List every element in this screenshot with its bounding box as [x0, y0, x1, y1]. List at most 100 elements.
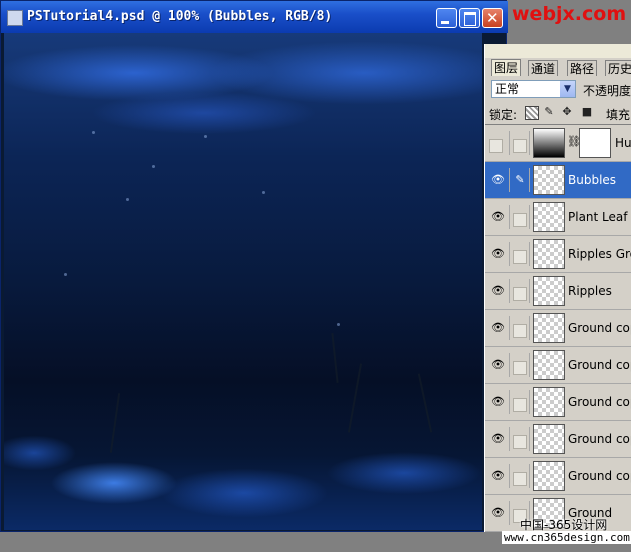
eye-icon[interactable]: 👁: [487, 464, 510, 488]
link-box: [513, 250, 527, 264]
link-toggle[interactable]: [511, 205, 530, 229]
image-canvas[interactable]: [4, 33, 482, 530]
link-box: [513, 139, 527, 153]
layer-thumbnail: [533, 461, 565, 491]
link-toggle[interactable]: [511, 316, 530, 340]
eye-icon[interactable]: 👁: [487, 205, 510, 229]
link-toggle[interactable]: [511, 353, 530, 377]
layer-thumbnail: [533, 239, 565, 269]
layer-name: Ground cop: [568, 395, 631, 409]
lock-label: 锁定:: [489, 108, 518, 122]
eye-icon[interactable]: 👁: [487, 390, 510, 414]
link-toggle[interactable]: [511, 464, 530, 488]
fill-label: 填充: [606, 108, 631, 122]
close-icon: ✕: [486, 9, 499, 27]
layer-name: Hu: [615, 136, 631, 150]
link-box: [513, 435, 527, 449]
link-box: [513, 287, 527, 301]
layer-name: Ground cop: [568, 321, 631, 335]
link-toggle[interactable]: [511, 242, 530, 266]
tab-layers[interactable]: 图层: [491, 59, 522, 76]
link-box: [513, 398, 527, 412]
minimize-button[interactable]: [436, 8, 457, 28]
layer-name: Bubbles: [568, 173, 617, 187]
layer-thumbnail: [533, 128, 565, 158]
chevron-down-icon: ▼: [560, 81, 575, 97]
link-box: [513, 361, 527, 375]
layer-row[interactable]: 👁 Plant Leaf: [485, 199, 631, 236]
blend-row: 正常 ▼ 不透明度: [485, 78, 631, 100]
eye-icon[interactable]: 👁: [487, 501, 510, 525]
layer-thumbnail: [533, 276, 565, 306]
eye-icon[interactable]: 👁: [487, 353, 510, 377]
bubble: [126, 198, 129, 201]
panel-header: [485, 44, 631, 58]
bubble: [337, 323, 340, 326]
bubble: [262, 191, 265, 194]
layer-row[interactable]: 👁 Ground cop: [485, 347, 631, 384]
lock-all-icon[interactable]: ■: [581, 106, 593, 118]
layer-row[interactable]: 👁 Ground cop: [485, 310, 631, 347]
layer-mask-thumbnail: [579, 128, 611, 158]
layer-name: Ripples Grou: [568, 247, 631, 261]
visibility-toggle[interactable]: [487, 131, 510, 155]
layer-name: Ground cop: [568, 469, 631, 483]
layer-thumbnail: [533, 387, 565, 417]
link-box: [513, 472, 527, 486]
layer-name: Ground cop: [568, 432, 631, 446]
eye-icon[interactable]: 👁: [487, 279, 510, 303]
layer-row[interactable]: ⛓ Hu: [485, 125, 631, 162]
layer-row-selected[interactable]: 👁 ✎ Bubbles: [485, 162, 631, 199]
bubble: [64, 273, 67, 276]
layer-name: Ground cop: [568, 358, 631, 372]
layer-thumbnail: [533, 202, 565, 232]
layer-thumbnail: [533, 424, 565, 454]
layer-name: Plant Leaf: [568, 210, 628, 224]
eye-icon[interactable]: 👁: [487, 168, 510, 192]
layers-list: ⛓ Hu 👁 ✎ Bubbles 👁 Plant Leaf 👁 Ripples …: [485, 124, 631, 532]
title-bar[interactable]: PSTutorial4.psd @ 100% (Bubbles, RGB/8) …: [1, 1, 508, 33]
hidden-box: [489, 139, 503, 153]
tab-paths[interactable]: 路径: [567, 60, 598, 76]
watermark-url: www.cn365design.com: [502, 531, 631, 544]
link-toggle[interactable]: [511, 427, 530, 451]
document-window: PSTutorial4.psd @ 100% (Bubbles, RGB/8) …: [0, 0, 508, 532]
link-toggle[interactable]: [511, 131, 530, 155]
close-button[interactable]: ✕: [482, 8, 503, 28]
window-title: PSTutorial4.psd @ 100% (Bubbles, RGB/8): [27, 9, 333, 24]
blend-mode-select[interactable]: 正常 ▼: [491, 80, 576, 98]
brush-icon[interactable]: ✎: [511, 168, 530, 192]
layers-panel: 图层 通道 路径 历史 正常 ▼ 不透明度 锁定: ✎ ✥ ■ 填充 ⛓ Hu …: [484, 44, 631, 532]
lock-move-icon[interactable]: ✥: [561, 106, 573, 118]
layer-thumbnail: [533, 313, 565, 343]
link-box: [513, 213, 527, 227]
seaweed: [347, 363, 363, 433]
bubble: [204, 135, 207, 138]
link-toggle[interactable]: [511, 390, 530, 414]
tab-channels[interactable]: 通道: [528, 60, 559, 76]
opacity-label: 不透明度: [583, 84, 631, 98]
eye-icon[interactable]: 👁: [487, 242, 510, 266]
seaweed: [109, 393, 121, 453]
link-toggle[interactable]: [511, 279, 530, 303]
link-box: [513, 324, 527, 338]
minimize-icon: [441, 21, 449, 24]
layer-row[interactable]: 👁 Ground cop: [485, 384, 631, 421]
bubble: [152, 165, 155, 168]
eye-icon[interactable]: 👁: [487, 316, 510, 340]
watermark-logo: webjx.com: [512, 3, 627, 25]
layer-thumbnail: [533, 350, 565, 380]
layer-row[interactable]: 👁 Ground cop: [485, 421, 631, 458]
seaweed: [417, 373, 433, 433]
maximize-button[interactable]: [459, 8, 480, 28]
blend-mode-value: 正常: [495, 82, 520, 96]
seaweed: [331, 333, 339, 383]
lock-row: 锁定: ✎ ✥ ■ 填充: [485, 104, 631, 123]
lock-brush-icon[interactable]: ✎: [543, 106, 555, 118]
layer-row[interactable]: 👁 Ground cop: [485, 458, 631, 495]
layer-row[interactable]: 👁 Ripples: [485, 273, 631, 310]
layer-row[interactable]: 👁 Ripples Grou: [485, 236, 631, 273]
tab-history[interactable]: 历史: [605, 60, 631, 76]
lock-transparency-icon[interactable]: [525, 106, 539, 120]
eye-icon[interactable]: 👁: [487, 427, 510, 451]
